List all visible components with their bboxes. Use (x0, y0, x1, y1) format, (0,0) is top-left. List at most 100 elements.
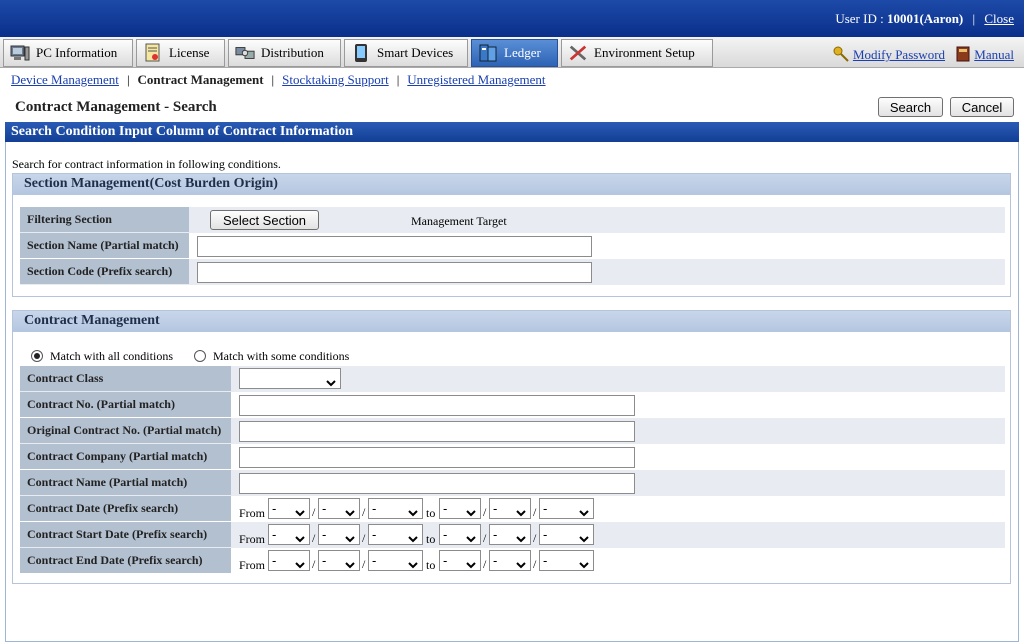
modify-password-link[interactable]: Modify Password (853, 47, 945, 62)
tab-label: License (169, 45, 210, 60)
manual-link[interactable]: Manual (974, 47, 1014, 62)
chevron-down-icon (345, 531, 355, 546)
close-link[interactable]: Close (984, 11, 1014, 26)
original-contract-no-row: Original Contract No. (Partial match) (20, 418, 1005, 444)
chevron-down-icon (466, 505, 476, 520)
select-value: - (493, 527, 498, 542)
tab-label: Ledger (504, 45, 541, 60)
date-separator: / (312, 531, 316, 545)
original-contract-no-label: Original Contract No. (Partial match) (20, 418, 231, 443)
pc-icon (10, 43, 30, 63)
select-section-button[interactable]: Select Section (210, 210, 319, 230)
select-value: - (322, 553, 327, 568)
match-all-label: Match with all conditions (50, 349, 173, 363)
search-button[interactable]: Search (878, 97, 943, 117)
chevron-down-icon (345, 505, 355, 520)
subnav-device-management[interactable]: Device Management (11, 72, 119, 87)
tools: Modify Password Manual (833, 46, 1014, 66)
subnav-unregistered-management[interactable]: Unregistered Management (407, 72, 545, 87)
contract-no-input[interactable] (239, 395, 635, 416)
section-name-row: Section Name (Partial match) (20, 233, 1005, 259)
match-some-radio[interactable] (193, 350, 206, 362)
contract-name-label: Contract Name (Partial match) (20, 470, 231, 495)
from-day-select[interactable]: - (368, 498, 423, 519)
match-all-radio[interactable] (31, 350, 43, 362)
tab-license[interactable]: License (136, 39, 225, 67)
from-label: From (239, 532, 266, 546)
to-month-select[interactable]: - (489, 524, 531, 545)
to-day-select[interactable]: - (539, 498, 594, 519)
subnav-separator: | (271, 72, 275, 87)
tools-icon (568, 43, 588, 63)
filtering-section-row: Filtering Section Select Section Managem… (20, 207, 1005, 233)
cancel-button[interactable]: Cancel (950, 97, 1014, 117)
sub-navigation: Device Management | Contract Management | St… (0, 70, 1024, 92)
tab-distribution[interactable]: Distribution (228, 39, 341, 67)
manual-icon (956, 46, 970, 66)
from-month-select[interactable]: - (318, 524, 360, 545)
date-separator: / (533, 557, 537, 571)
select-value: - (272, 553, 277, 568)
filtering-section-label: Filtering Section (20, 207, 189, 232)
select-value: - (372, 527, 377, 542)
from-year-select[interactable]: - (268, 550, 310, 571)
date-separator: / (533, 505, 537, 519)
from-day-select[interactable]: - (368, 524, 423, 545)
chevron-down-icon (579, 531, 589, 546)
select-value: - (272, 501, 277, 516)
from-label: From (239, 506, 266, 520)
date-separator: / (483, 505, 487, 519)
to-year-select[interactable]: - (439, 524, 481, 545)
smartphone-icon (351, 43, 371, 63)
tab-pc-information[interactable]: PC Information (3, 39, 133, 67)
search-condition-header: Search Condition Input Column of Contrac… (5, 122, 1019, 142)
date-separator: / (362, 505, 366, 519)
to-day-select[interactable]: - (539, 550, 594, 571)
select-value: - (443, 527, 448, 542)
date-row-label: Contract End Date (Prefix search) (20, 548, 231, 573)
original-contract-no-input[interactable] (239, 421, 635, 442)
from-label: From (239, 558, 266, 572)
tab-environment-setup[interactable]: Environment Setup (561, 39, 713, 67)
chevron-down-icon (295, 557, 305, 572)
license-icon (143, 43, 163, 63)
from-year-select[interactable]: - (268, 498, 310, 519)
chevron-down-icon (579, 505, 589, 520)
to-year-select[interactable]: - (439, 550, 481, 571)
user-separator: | (972, 11, 976, 26)
select-value: - (543, 527, 548, 542)
contract-name-input[interactable] (239, 473, 635, 494)
to-year-select[interactable]: - (439, 498, 481, 519)
section-code-input[interactable] (197, 262, 592, 283)
contract-no-label: Contract No. (Partial match) (20, 392, 231, 417)
tab-smart-devices[interactable]: Smart Devices (344, 39, 468, 67)
from-day-select[interactable]: - (368, 550, 423, 571)
date-separator: / (362, 557, 366, 571)
select-value: - (443, 501, 448, 516)
select-value: - (543, 553, 548, 568)
chevron-down-icon (408, 557, 418, 572)
select-value: - (322, 527, 327, 542)
to-month-select[interactable]: - (489, 550, 531, 571)
from-month-select[interactable]: - (318, 550, 360, 571)
tab-label: Distribution (261, 45, 324, 60)
contract-company-input[interactable] (239, 447, 635, 468)
from-month-select[interactable]: - (318, 498, 360, 519)
chevron-down-icon (295, 531, 305, 546)
to-day-select[interactable]: - (539, 524, 594, 545)
date-separator: / (312, 505, 316, 519)
chevron-down-icon (408, 505, 418, 520)
contract-class-select[interactable] (239, 368, 341, 389)
page-title: Contract Management - Search (15, 99, 217, 115)
to-month-select[interactable]: - (489, 498, 531, 519)
date-row-label: Contract Start Date (Prefix search) (20, 522, 231, 547)
section-name-input[interactable] (197, 236, 592, 257)
chevron-down-icon (408, 531, 418, 546)
to-label: to (426, 532, 436, 546)
top-bar: User ID : 10001(Aaron) | Close (0, 0, 1024, 37)
tab-label: Smart Devices (377, 45, 454, 60)
subnav-stocktaking-support[interactable]: Stocktaking Support (282, 72, 389, 87)
chevron-down-icon (579, 557, 589, 572)
from-year-select[interactable]: - (268, 524, 310, 545)
tab-ledger[interactable]: Ledger (471, 39, 558, 67)
